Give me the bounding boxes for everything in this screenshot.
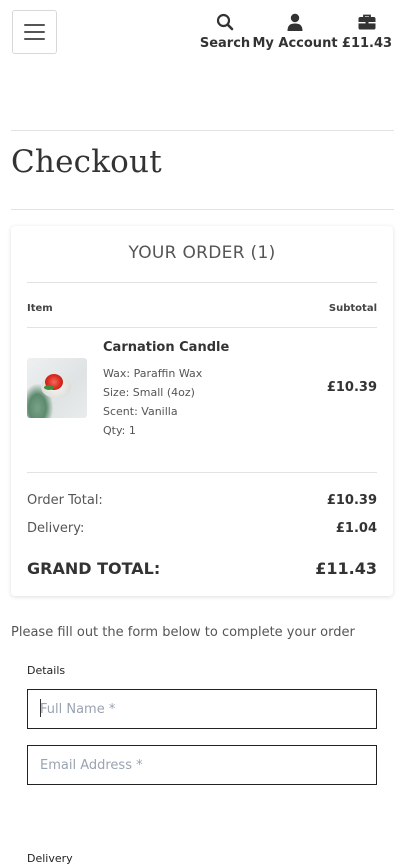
divider xyxy=(27,282,377,283)
product-wax: Wax: Paraffin Wax xyxy=(103,367,203,380)
product-scent: Scent: Vanilla xyxy=(103,405,178,418)
product-qty: Qty: 1 xyxy=(103,424,136,437)
order-heading: YOUR ORDER (1) xyxy=(128,243,276,263)
email-input[interactable] xyxy=(27,745,377,785)
search-icon xyxy=(215,12,235,32)
delivery-value: £1.04 xyxy=(335,521,377,536)
nav-account-label: My Account xyxy=(252,36,338,51)
nav-search-link[interactable]: Search xyxy=(199,12,251,51)
divider xyxy=(11,130,394,131)
full-name-input[interactable] xyxy=(27,689,377,729)
text-cursor xyxy=(40,699,41,717)
divider xyxy=(11,209,394,210)
nav-search-label: Search xyxy=(199,36,251,51)
product-size: Size: Small (4oz) xyxy=(103,386,195,399)
divider xyxy=(27,472,377,473)
order-total-value: £10.39 xyxy=(326,493,377,508)
product-image[interactable] xyxy=(27,358,87,418)
form-instructions: Please fill out the form below to comple… xyxy=(11,625,355,640)
page-title: Checkout xyxy=(11,144,162,180)
menu-bar xyxy=(24,38,45,40)
hamburger-menu-icon[interactable] xyxy=(12,10,57,54)
order-total-label: Order Total: xyxy=(27,493,103,508)
column-header-subtotal: Subtotal xyxy=(328,303,377,314)
user-icon xyxy=(285,12,305,32)
grand-total-label: GRAND TOTAL: xyxy=(27,559,161,578)
details-legend: Details xyxy=(27,664,66,677)
bag-total-label: £11.43 xyxy=(341,36,393,51)
nav-bag-link[interactable]: £11.43 xyxy=(341,12,393,51)
delivery-legend: Delivery xyxy=(27,852,73,865)
menu-bar xyxy=(24,24,45,26)
column-header-item: Item xyxy=(27,303,53,314)
order-summary-card: YOUR ORDER (1) Item Subtotal Carnation C… xyxy=(11,226,393,596)
product-name: Carnation Candle xyxy=(103,340,230,355)
menu-bar xyxy=(24,31,45,33)
nav-account-link[interactable]: My Account xyxy=(252,12,338,51)
briefcase-bag-icon xyxy=(357,12,377,32)
product-subtotal: £10.39 xyxy=(326,380,377,395)
site-header: Search My Account £11.43 xyxy=(0,0,408,64)
grand-total-value: £11.43 xyxy=(315,559,377,578)
delivery-label: Delivery: xyxy=(27,521,85,536)
divider xyxy=(27,327,377,328)
